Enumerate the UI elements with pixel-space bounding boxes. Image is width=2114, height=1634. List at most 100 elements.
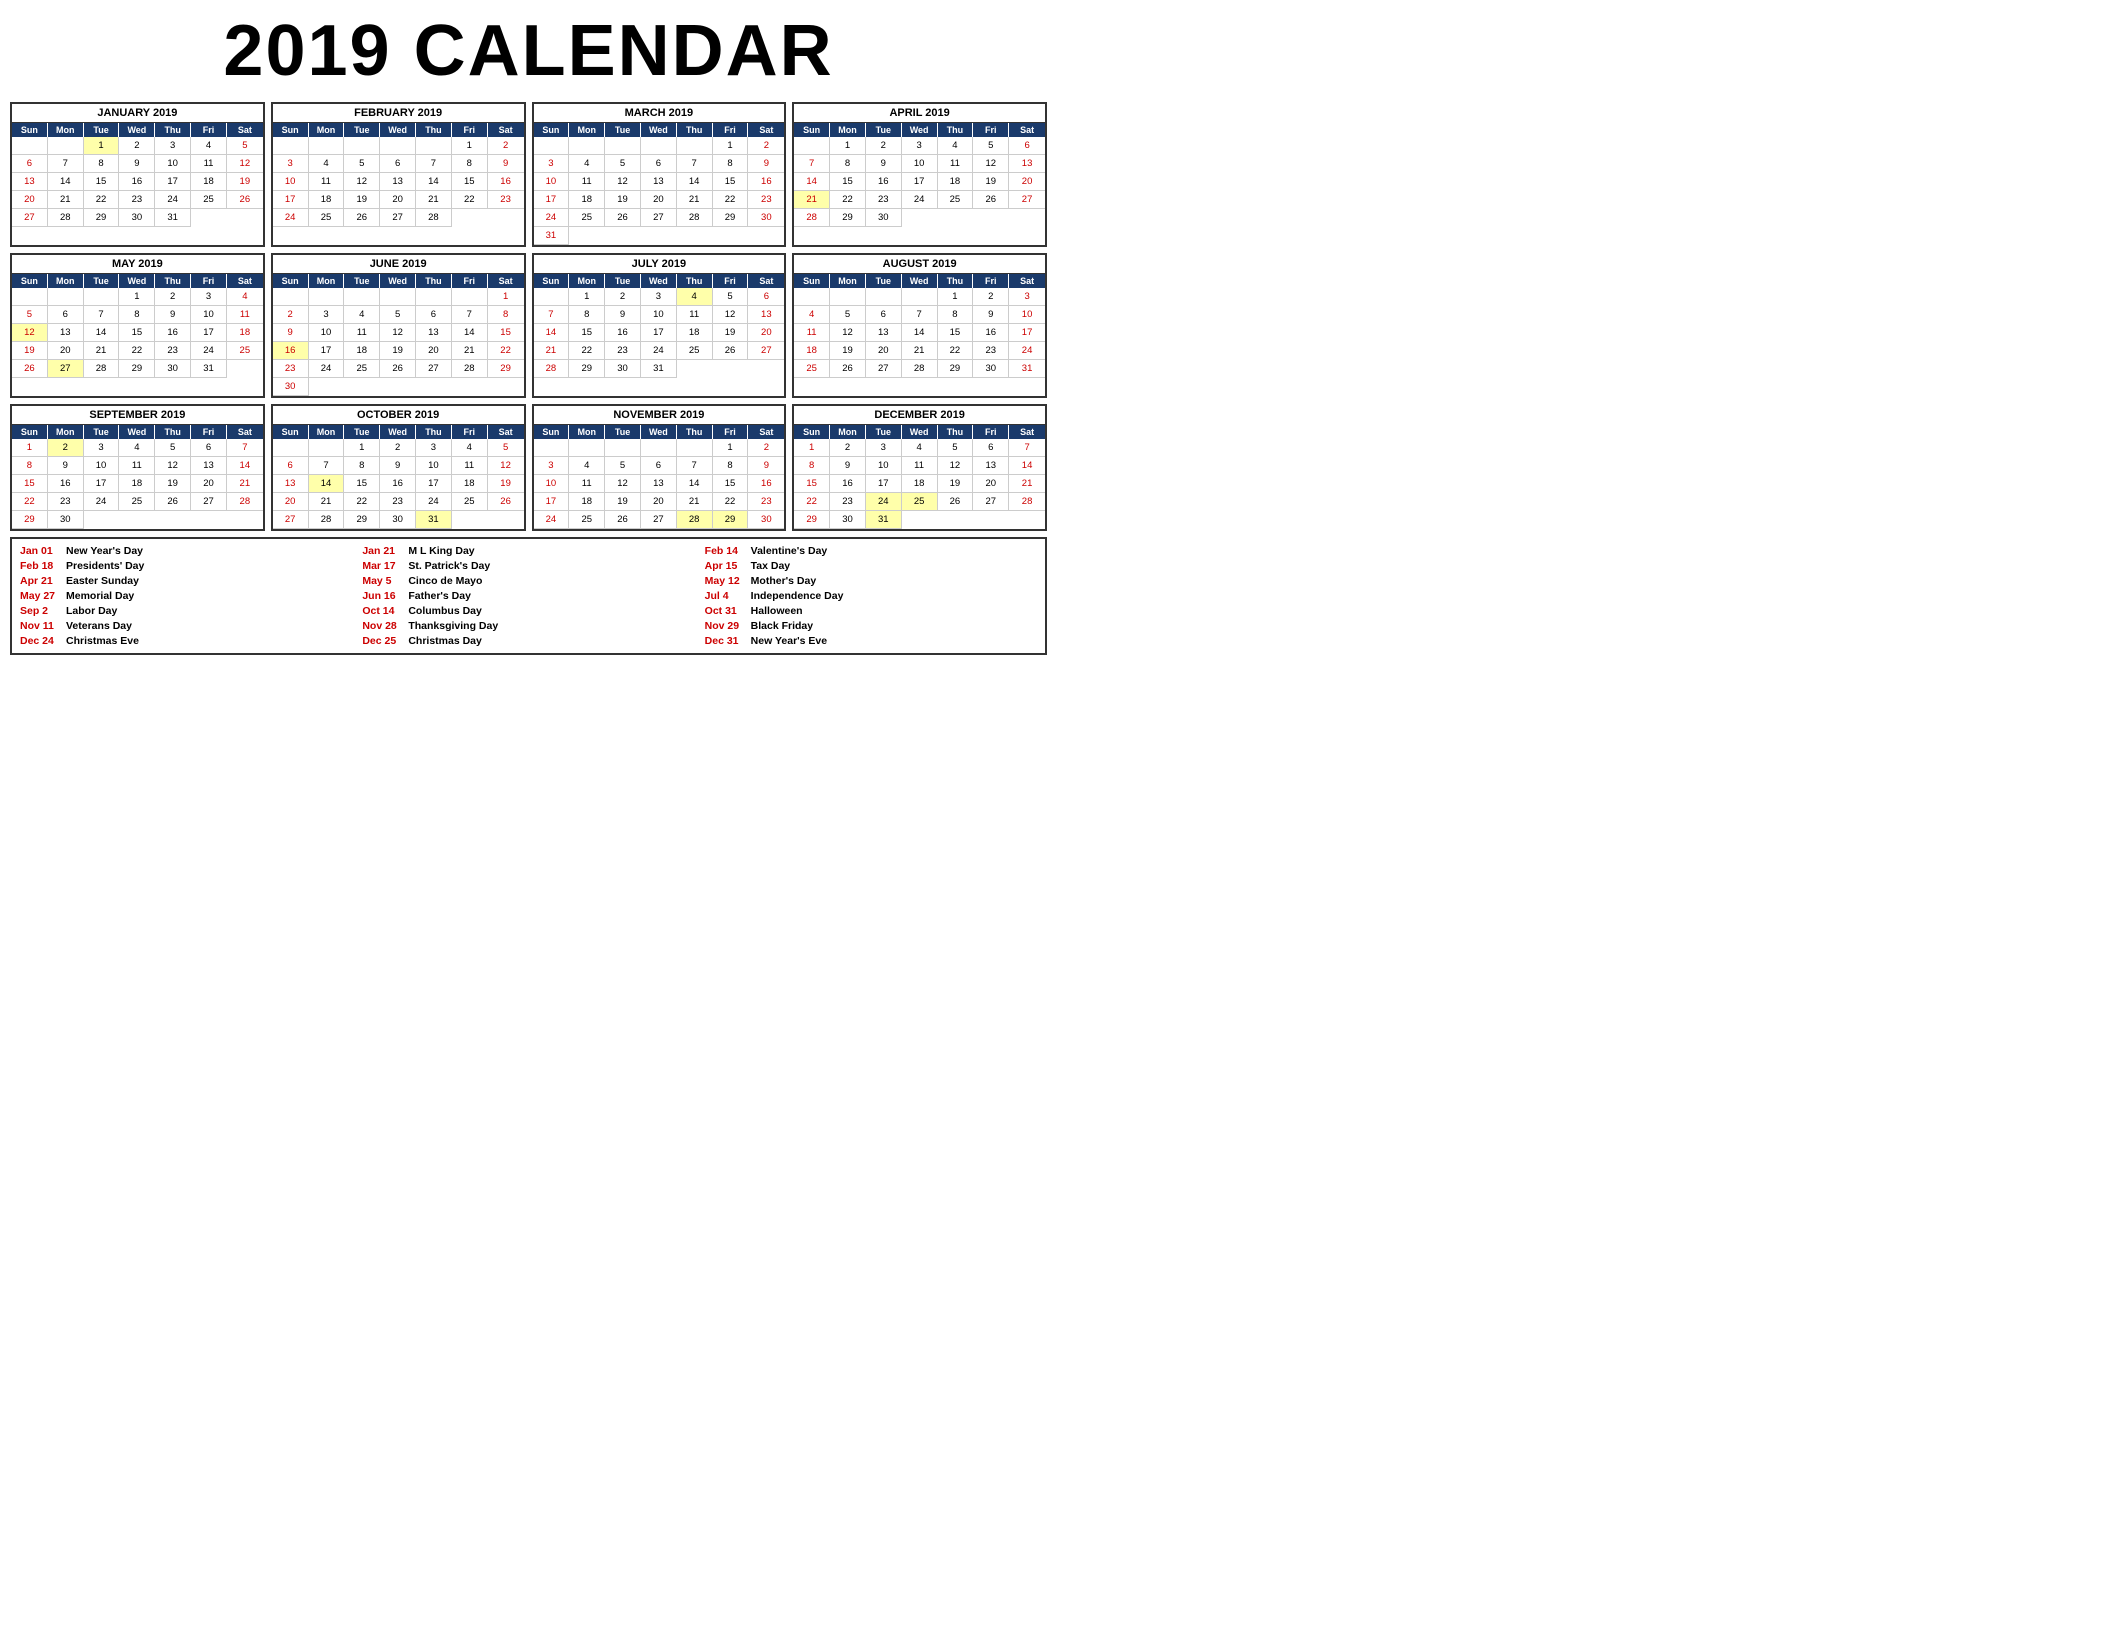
holiday-row: Sep 2Labor Day [20,605,352,617]
day-header: Tue [84,274,120,288]
day-cell: 26 [713,342,749,360]
day-cell: 1 [938,288,974,306]
day-header: Tue [605,274,641,288]
holiday-date: Sep 2 [20,605,58,617]
day-cell: 4 [452,439,488,457]
day-cell-empty [48,137,84,155]
day-cell: 16 [748,173,784,191]
day-cell: 1 [713,137,749,155]
day-cell: 14 [452,324,488,342]
day-cell-empty [641,137,677,155]
day-cell: 13 [641,475,677,493]
day-cell: 31 [534,227,570,245]
day-cell: 17 [641,324,677,342]
day-cell: 10 [416,457,452,475]
day-cell: 5 [713,288,749,306]
day-cell: 17 [273,191,309,209]
month-block-6: JUNE 2019SunMonTueWedThuFriSat1234567891… [271,253,526,398]
day-header: Sun [12,274,48,288]
day-cell: 16 [273,342,309,360]
holiday-row: Jan 01New Year's Day [20,545,352,557]
holiday-date: Jun 16 [362,590,400,602]
day-cell: 5 [12,306,48,324]
day-cell: 6 [641,155,677,173]
day-header: Sat [227,123,263,137]
day-header: Thu [677,123,713,137]
day-cell: 22 [938,342,974,360]
day-cell: 3 [902,137,938,155]
day-cell: 17 [866,475,902,493]
day-cell: 24 [866,493,902,511]
holiday-row: May 5Cinco de Mayo [362,575,694,587]
day-cell: 14 [227,457,263,475]
day-cell: 1 [452,137,488,155]
day-cell: 15 [344,475,380,493]
day-cell: 10 [273,173,309,191]
day-cell-empty [273,288,309,306]
month-title: SEPTEMBER 2019 [12,406,263,425]
day-header: Wed [641,425,677,439]
day-cell: 23 [119,191,155,209]
day-cell: 14 [309,475,345,493]
day-cell: 30 [866,209,902,227]
day-cell: 31 [641,360,677,378]
month-block-4: APRIL 2019SunMonTueWedThuFriSat123456789… [792,102,1047,247]
holiday-name: New Year's Day [66,545,143,557]
day-cell: 23 [830,493,866,511]
holiday-date: Jul 4 [705,590,743,602]
day-header: Sat [1009,123,1045,137]
day-header: Tue [866,425,902,439]
day-cell: 3 [84,439,120,457]
month-title: JULY 2019 [534,255,785,274]
day-cell: 6 [416,306,452,324]
holiday-column-1: Jan 01New Year's Day Feb 18Presidents' Da… [20,545,352,647]
holiday-date: Nov 29 [705,620,743,632]
day-header: Mon [569,425,605,439]
day-cell: 8 [713,155,749,173]
day-cell: 8 [569,306,605,324]
holiday-date: May 12 [705,575,743,587]
day-cell: 13 [416,324,452,342]
holiday-name: Christmas Day [408,635,482,647]
day-header: Wed [119,425,155,439]
day-cell: 6 [641,457,677,475]
day-cell: 21 [677,191,713,209]
day-cell: 19 [830,342,866,360]
day-header: Tue [344,123,380,137]
day-cell: 29 [84,209,120,227]
day-cell: 11 [569,173,605,191]
day-cell: 26 [973,191,1009,209]
holiday-name: Mother's Day [751,575,817,587]
day-cell: 28 [452,360,488,378]
day-header: Tue [866,123,902,137]
day-header: Mon [830,123,866,137]
day-cell: 28 [309,511,345,529]
day-cell: 5 [344,155,380,173]
holiday-name: Valentine's Day [751,545,828,557]
day-cell: 11 [309,173,345,191]
day-cell: 5 [830,306,866,324]
day-cell: 23 [488,191,524,209]
holiday-row: Feb 18Presidents' Day [20,560,352,572]
day-cell: 16 [748,475,784,493]
day-cell: 5 [155,439,191,457]
day-cell: 8 [452,155,488,173]
holiday-date: Oct 14 [362,605,400,617]
day-cell: 27 [641,209,677,227]
day-cell: 18 [902,475,938,493]
day-cell: 8 [84,155,120,173]
day-cell: 24 [416,493,452,511]
day-cell: 17 [309,342,345,360]
day-cell: 14 [902,324,938,342]
day-header: Fri [452,274,488,288]
day-cell: 26 [12,360,48,378]
day-cell: 9 [155,306,191,324]
day-cell: 14 [677,173,713,191]
day-cell: 29 [713,511,749,529]
day-cell: 10 [534,475,570,493]
day-cell: 27 [273,511,309,529]
holiday-row: Dec 25Christmas Day [362,635,694,647]
day-cell: 23 [866,191,902,209]
day-cell: 13 [48,324,84,342]
day-cell: 12 [938,457,974,475]
